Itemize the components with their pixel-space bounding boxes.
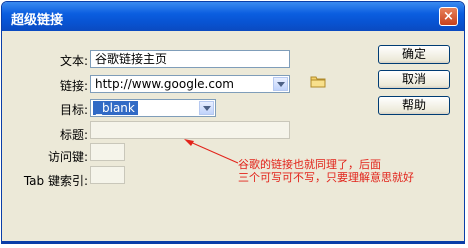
tabindex-label: Tab 键索引: xyxy=(23,174,88,188)
cancel-button[interactable]: 取消 xyxy=(378,70,450,89)
chevron-down-icon[interactable] xyxy=(273,77,288,91)
annotation-line-2: 三个可写可不写，只要理解意思就好 xyxy=(238,171,414,184)
dialog-title: 超级链接 xyxy=(11,13,64,28)
title-field[interactable] xyxy=(90,121,290,139)
target-label: 目标: xyxy=(59,103,88,117)
accesskey-field[interactable] xyxy=(90,143,125,161)
tabindex-field[interactable] xyxy=(90,166,125,184)
link-combobox[interactable]: http://www.google.com xyxy=(90,75,290,93)
target-select[interactable]: _blank xyxy=(90,99,216,117)
link-value: http://www.google.com xyxy=(95,77,234,91)
close-button[interactable]: × xyxy=(439,7,458,26)
window-bottom-border xyxy=(2,241,464,243)
text-label: 文本: xyxy=(59,54,88,68)
annotation-line-1: 谷歌的链接也就同理了，后面 xyxy=(238,158,381,171)
target-value: _blank xyxy=(93,101,138,115)
close-icon: × xyxy=(443,9,454,24)
hyperlink-dialog: 超级链接 × 文本: 谷歌链接主页 链接: http://www.google.… xyxy=(1,1,465,244)
title-bar[interactable]: 超级链接 × xyxy=(2,2,464,31)
chevron-down-icon[interactable] xyxy=(199,101,214,115)
help-button[interactable]: 帮助 xyxy=(378,96,450,115)
accesskey-label: 访问键: xyxy=(47,150,88,164)
folder-icon[interactable] xyxy=(310,75,326,88)
link-label: 链接: xyxy=(59,79,88,93)
ok-button[interactable]: 确定 xyxy=(378,45,450,64)
annotation-arrow xyxy=(184,139,239,164)
title-label: 标题: xyxy=(59,128,88,142)
text-field[interactable]: 谷歌链接主页 xyxy=(90,50,290,68)
annotation-text: 谷歌的链接也就同理了，后面 三个可写可不写，只要理解意思就好 xyxy=(238,158,414,184)
